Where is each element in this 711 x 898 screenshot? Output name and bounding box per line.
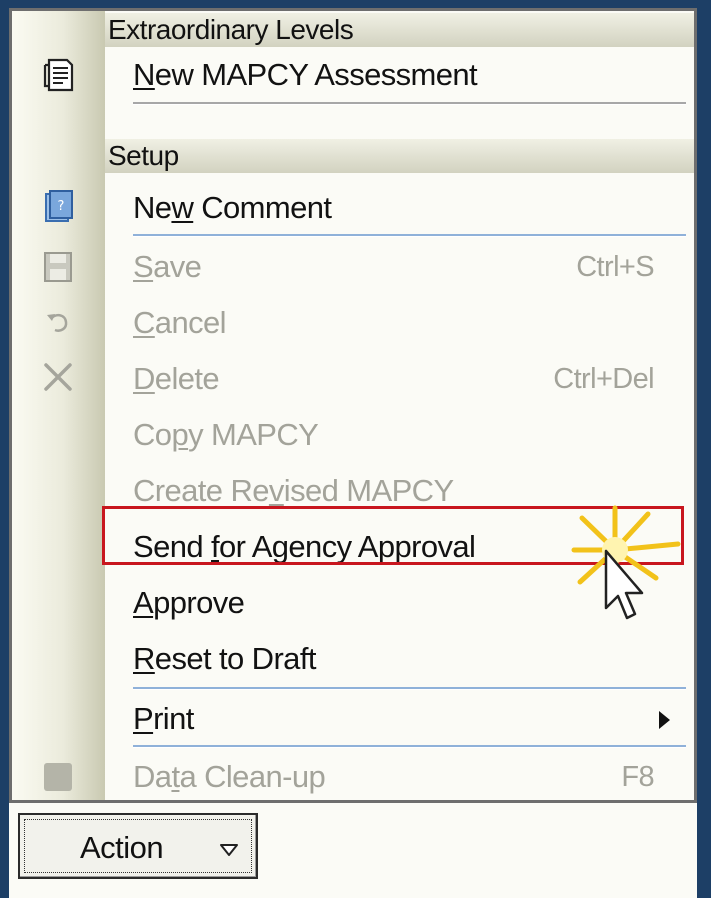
undo-icon xyxy=(38,303,78,343)
section-header-extraordinary-levels: Extraordinary Levels xyxy=(105,13,694,47)
menu-item-new-comment[interactable]: ? New Comment xyxy=(12,180,694,236)
menu-item-label: Save xyxy=(133,249,202,284)
menu-item-cancel[interactable]: Cancel xyxy=(12,295,694,351)
menu-item-print[interactable]: Print xyxy=(12,691,694,747)
menu-item-label: Reset to Draft xyxy=(133,641,316,676)
menu-item-label: Copy MAPCY xyxy=(133,417,319,452)
action-button-label: Action xyxy=(80,830,164,865)
assessment-icon xyxy=(38,55,78,95)
action-dropdown-menu: Extraordinary Levels New MAPCY Assessmen… xyxy=(9,8,697,803)
menu-item-reset-to-draft[interactable]: Reset to Draft xyxy=(12,631,694,687)
menu-item-label: Data Clean-up xyxy=(133,759,326,794)
menu-item-save[interactable]: Save Ctrl+S xyxy=(12,239,694,295)
save-icon xyxy=(38,247,78,287)
menu-separator xyxy=(133,102,686,105)
action-button[interactable]: Action xyxy=(18,813,258,879)
menu-item-copy-mapcy[interactable]: Copy MAPCY xyxy=(12,407,694,463)
chevron-down-icon xyxy=(220,844,238,856)
menu-item-data-clean-up[interactable]: Data Clean-up F8 xyxy=(12,749,694,800)
menu-item-label: Approve xyxy=(133,585,245,620)
menu-item-label: New Comment xyxy=(133,190,332,225)
menu-separator xyxy=(133,687,686,690)
menu-item-label: Print xyxy=(133,701,194,736)
menu-item-shortcut: Ctrl+Del xyxy=(553,363,654,395)
menu-item-delete[interactable]: Delete Ctrl+Del xyxy=(12,351,694,407)
menu-separator xyxy=(133,745,686,748)
cleanup-icon xyxy=(38,757,78,797)
submenu-arrow-icon xyxy=(659,711,670,729)
menu-item-new-mapcy-assessment[interactable]: New MAPCY Assessment xyxy=(12,47,694,103)
menu-item-label: Delete xyxy=(133,361,220,396)
mouse-cursor-icon xyxy=(604,549,644,620)
menu-item-label: Cancel xyxy=(133,305,227,340)
comment-icon: ? xyxy=(38,187,78,227)
menu-item-shortcut: F8 xyxy=(621,761,654,793)
menu-item-label: New MAPCY Assessment xyxy=(133,57,478,92)
delete-icon xyxy=(38,357,78,397)
action-bar: Action xyxy=(9,803,697,898)
svg-text:?: ? xyxy=(58,199,65,214)
menu-item-shortcut: Ctrl+S xyxy=(576,251,654,283)
menu-separator xyxy=(133,234,686,237)
section-header-setup: Setup xyxy=(105,139,694,173)
